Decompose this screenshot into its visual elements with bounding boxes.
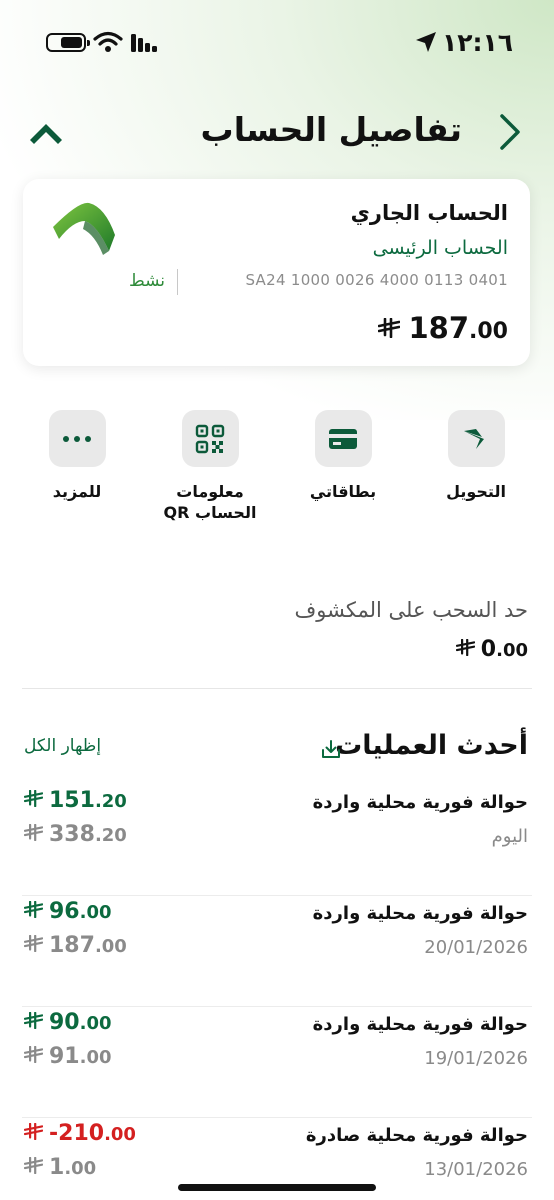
transaction-row[interactable]: حوالة فورية محلية واردة 20/01/2026 96.00…	[0, 897, 554, 1007]
balance-decimal: .00	[79, 1047, 112, 1068]
riyal-currency-icon	[24, 1123, 43, 1140]
overdraft-decimal: .00	[496, 640, 528, 661]
overdraft-value: 0.00	[455, 637, 528, 662]
section-divider	[22, 688, 532, 689]
more-icon	[63, 435, 91, 442]
riyal-currency-icon	[378, 318, 401, 338]
chevron-right-back-icon[interactable]	[494, 112, 524, 152]
account-card[interactable]: الحساب الجاري الحساب الرئيسى SA24 1000 0…	[23, 179, 530, 366]
home-indicator[interactable]	[178, 1184, 376, 1191]
riyal-currency-icon	[24, 1157, 43, 1174]
amount-decimal: .00	[79, 1013, 112, 1034]
battery-icon	[46, 33, 90, 52]
balance-decimal: .00	[64, 1158, 97, 1179]
qr-icon	[195, 424, 225, 453]
qr-action-box[interactable]	[181, 410, 239, 467]
iban-status-divider	[177, 269, 178, 295]
account-type: الحساب الجاري	[350, 201, 508, 225]
overdraft-integer: 0	[480, 637, 497, 662]
status-time: ١٢:١٦	[442, 28, 514, 57]
cellular-signal-icon	[131, 32, 159, 52]
transaction-description: حوالة فورية محلية واردة	[312, 1014, 528, 1035]
riyal-currency-icon	[24, 1046, 43, 1063]
transaction-amount: 90.00	[24, 1010, 112, 1035]
transaction-balance: 187.00	[24, 933, 127, 958]
amount-integer: -210	[49, 1121, 105, 1146]
transaction-row[interactable]: حوالة فورية محلية واردة 19/01/2026 90.00…	[0, 1008, 554, 1118]
balance-integer: 187	[408, 311, 470, 345]
balance-decimal: .20	[94, 825, 127, 846]
balance-integer: 187	[49, 933, 95, 958]
amount-integer: 96	[49, 899, 80, 924]
riyal-currency-icon	[24, 790, 43, 807]
bank-logo-icon	[53, 202, 115, 255]
transaction-description: حوالة فورية محلية واردة	[312, 903, 528, 924]
transaction-balance: 1.00	[24, 1155, 96, 1180]
qr-info-label: معلومات الحساب QR	[155, 481, 265, 523]
transaction-amount: 151.20	[24, 788, 127, 813]
transfer-icon	[464, 428, 484, 449]
card-icon	[329, 428, 357, 449]
amount-decimal: .00	[79, 902, 112, 923]
riyal-currency-icon	[455, 639, 475, 656]
transaction-amount: -210.00	[24, 1121, 136, 1146]
account-iban[interactable]: SA24 1000 0026 4000 0113 0401	[245, 271, 508, 289]
transaction-date: 13/01/2026	[424, 1159, 528, 1180]
riyal-currency-icon	[24, 935, 43, 952]
amount-integer: 151	[49, 788, 95, 813]
amount-decimal: .20	[94, 791, 127, 812]
account-name: الحساب الرئيسى	[372, 237, 508, 259]
transaction-row[interactable]: حوالة فورية محلية واردة اليوم 151.20 338…	[0, 786, 554, 896]
riyal-currency-icon	[24, 1012, 43, 1029]
balance-integer: 91	[49, 1044, 80, 1069]
page-title: تفاصيل الحساب	[200, 110, 462, 149]
download-icon[interactable]	[320, 738, 342, 760]
balance-decimal: .00	[94, 936, 127, 957]
cards-action[interactable]: بطاقاتي	[288, 410, 398, 502]
transaction-balance: 91.00	[24, 1044, 112, 1069]
transaction-description: حوالة فورية محلية واردة	[312, 792, 528, 813]
transaction-description: حوالة فورية محلية صادرة	[305, 1125, 528, 1146]
amount-integer: 90	[49, 1010, 80, 1035]
row-divider	[22, 1006, 532, 1007]
more-label: للمزيد	[52, 482, 102, 501]
qr-info-action[interactable]: معلومات الحساب QR	[155, 410, 265, 523]
status-bar: ١٢:١٦	[0, 0, 554, 84]
wifi-icon	[93, 31, 123, 52]
cards-action-box[interactable]	[314, 410, 372, 467]
row-divider	[22, 1117, 532, 1118]
cards-label: بطاقاتي	[309, 482, 377, 501]
chevron-up-icon[interactable]	[26, 116, 66, 146]
show-all-link[interactable]: إظهار الكل	[24, 736, 101, 756]
transaction-date: 19/01/2026	[424, 1048, 528, 1069]
transaction-date: اليوم	[491, 826, 528, 847]
transactions-header: أحدث العمليات إظهار الكل	[0, 728, 554, 768]
location-arrow-icon	[416, 32, 436, 52]
balance-decimal: .00	[469, 319, 508, 344]
quick-actions: التحويل بطاقاتي معلومات الحساب QR للمزيد	[0, 410, 554, 540]
riyal-currency-icon	[24, 901, 43, 918]
transactions-title: أحدث العمليات	[335, 730, 528, 761]
more-action[interactable]: للمزيد	[22, 410, 132, 502]
balance-integer: 338	[49, 822, 95, 847]
amount-decimal: .00	[104, 1124, 136, 1145]
transaction-amount: 96.00	[24, 899, 112, 924]
transfer-label: التحويل	[446, 482, 506, 501]
transfer-action[interactable]: التحويل	[421, 410, 531, 502]
balance-integer: 1	[49, 1155, 65, 1180]
qr-info-label-line1: معلومات	[176, 482, 244, 501]
transaction-balance: 338.20	[24, 822, 127, 847]
qr-info-label-line2: الحساب QR	[163, 503, 257, 522]
transfer-action-box[interactable]	[447, 410, 505, 467]
transaction-date: 20/01/2026	[424, 937, 528, 958]
account-status-badge: نشط	[129, 271, 166, 291]
riyal-currency-icon	[24, 824, 43, 841]
page-header: تفاصيل الحساب	[0, 100, 554, 164]
row-divider	[22, 895, 532, 896]
account-balance: 187.00	[378, 311, 508, 345]
more-action-box[interactable]	[48, 410, 106, 467]
overdraft-label: حد السحب على المكشوف	[294, 598, 528, 622]
